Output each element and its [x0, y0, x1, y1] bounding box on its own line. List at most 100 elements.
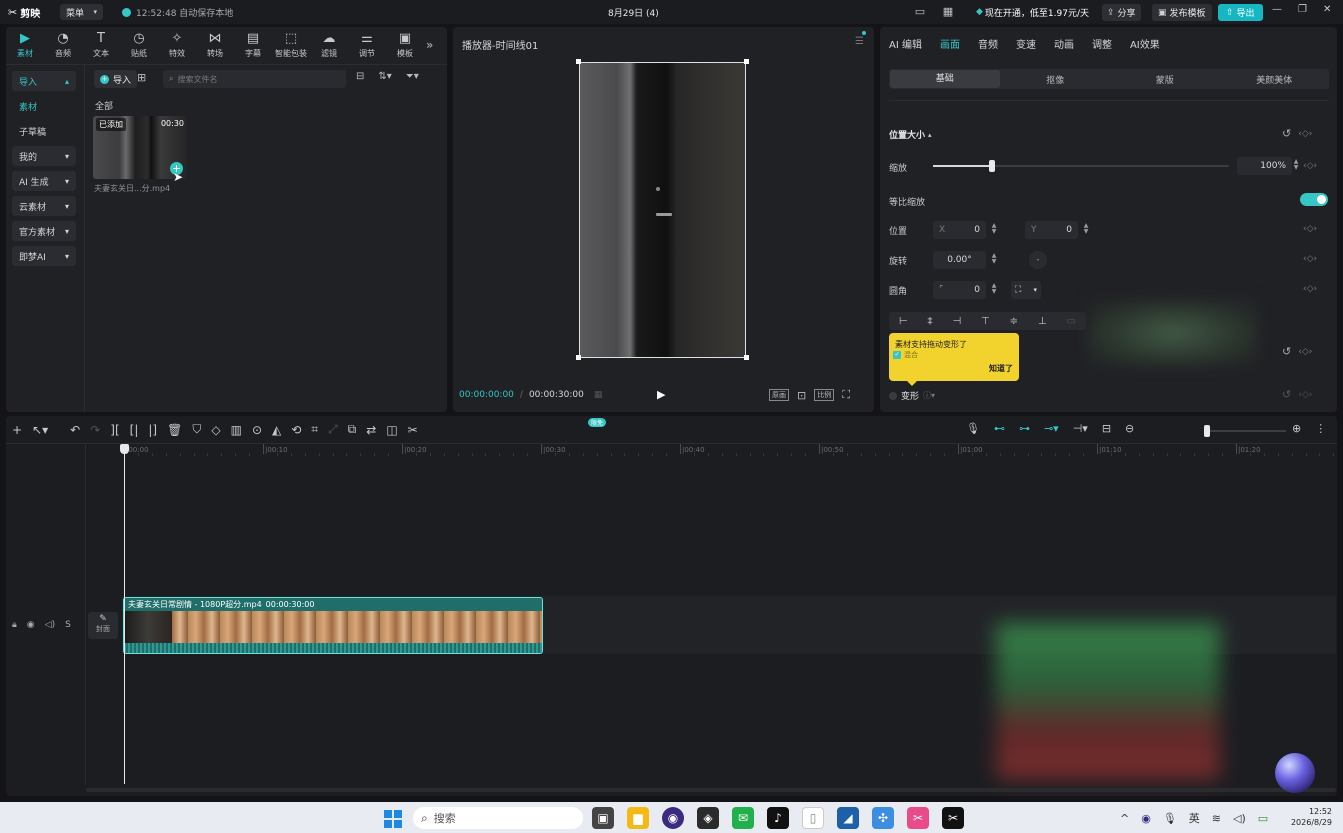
- align-top-icon[interactable]: ⊤: [981, 316, 990, 327]
- scale-slider[interactable]: [933, 160, 1229, 172]
- split-left-icon[interactable]: [|: [130, 423, 139, 437]
- delete-icon[interactable]: 🗑: [167, 423, 182, 437]
- microphone-icon[interactable]: 🎙: [1163, 812, 1177, 825]
- sort-icon[interactable]: ⇅▾: [378, 71, 391, 82]
- position-x-input[interactable]: X 0: [933, 221, 986, 239]
- keyframe-icon[interactable]: ‹◇›: [1303, 224, 1317, 234]
- document-icon[interactable]: ▯: [802, 807, 824, 829]
- tab-audio[interactable]: 音频: [969, 28, 1007, 58]
- tab-speed[interactable]: 变速: [1007, 28, 1045, 58]
- resize-handle[interactable]: [744, 59, 749, 64]
- filter-funnel-icon[interactable]: ⏷▾: [406, 71, 419, 82]
- x-stepper-icon[interactable]: ▲ ▼: [990, 223, 998, 235]
- solo-button[interactable]: S: [65, 620, 71, 630]
- rotate-stepper-icon[interactable]: ▲ ▼: [990, 253, 998, 265]
- tool-filter[interactable]: ☁ 滤镜: [310, 28, 348, 62]
- sidebar-item-media[interactable]: 素材: [12, 96, 76, 116]
- keyframe-icon[interactable]: ‹◇›: [1303, 284, 1317, 294]
- tool-adjust[interactable]: ⚌ 调节: [348, 28, 386, 62]
- subtab-beauty[interactable]: 美颜美体: [1220, 73, 1330, 86]
- wechat-icon[interactable]: ✉: [732, 807, 754, 829]
- share-button[interactable]: ⇪ 分享: [1102, 4, 1141, 21]
- tool-media[interactable]: ▶ 素材: [6, 28, 44, 62]
- sidebar-item-ai-gen[interactable]: AI 生成 ▾: [12, 171, 76, 191]
- unity-icon[interactable]: ◈: [697, 807, 719, 829]
- tool-text[interactable]: T 文本: [82, 28, 120, 62]
- scale-stepper-icon[interactable]: ▲ ▼: [1292, 159, 1300, 171]
- play-speed-icon[interactable]: ⊙: [252, 423, 262, 437]
- split-icon[interactable]: ][: [110, 423, 119, 437]
- cover-button[interactable]: ✎ 封面: [88, 612, 118, 639]
- align-left-icon[interactable]: ⊢: [899, 316, 908, 327]
- linkage-icon[interactable]: ⊸▾: [1044, 422, 1059, 435]
- battery-icon[interactable]: ▭: [1258, 812, 1268, 825]
- sidebar-item-mine[interactable]: 我的 ▾: [12, 146, 76, 166]
- corner-stepper-icon[interactable]: ▲ ▼: [990, 283, 998, 295]
- ime-indicator[interactable]: 英: [1189, 810, 1200, 826]
- rotate-icon[interactable]: ⟲: [291, 423, 301, 437]
- keyframe-icon[interactable]: ‹◇›: [1303, 254, 1317, 264]
- layout-icon[interactable]: ⊟: [356, 71, 364, 82]
- marker-icon[interactable]: ⛉: [192, 422, 201, 437]
- resize-handle[interactable]: [576, 355, 581, 360]
- sidebar-item-cloud[interactable]: 云素材 ▾: [12, 196, 76, 216]
- more-tools-icon[interactable]: »: [426, 38, 433, 52]
- resize-icon[interactable]: ⤢: [328, 422, 338, 437]
- menu-icon[interactable]: ☰: [855, 36, 864, 47]
- align-center-h-icon[interactable]: ‡: [928, 316, 933, 327]
- help-icon[interactable]: ⓘ▾: [923, 390, 935, 401]
- replace-icon[interactable]: ⇄: [366, 423, 376, 437]
- wifi-icon[interactable]: ≋: [1212, 812, 1221, 825]
- eye-icon[interactable]: ◉: [27, 620, 35, 630]
- layout-switch-icon[interactable]: ▦: [938, 5, 958, 18]
- scale-input[interactable]: 100%: [1237, 157, 1292, 175]
- volume-icon[interactable]: ◁): [1233, 812, 1246, 825]
- grid-view-icon[interactable]: ⊞: [137, 71, 146, 84]
- minimize-icon[interactable]: —: [1272, 4, 1282, 15]
- select-tool-icon[interactable]: ↖▾: [32, 423, 48, 437]
- sidebar-item-jimeng[interactable]: 即梦AI ▾: [12, 246, 76, 266]
- tab-ai-effects[interactable]: AI效果: [1121, 28, 1169, 58]
- fullscreen-icon[interactable]: ⛶: [842, 388, 850, 402]
- y-stepper-icon[interactable]: ▲ ▼: [1082, 223, 1090, 235]
- sidebar-item-subdraft[interactable]: 子草稿: [12, 121, 76, 141]
- taskbar-search[interactable]: ⌕ 搜索: [413, 807, 583, 829]
- tray-browser-icon[interactable]: ◉: [1141, 812, 1151, 825]
- tab-ai-edit[interactable]: AI 编辑: [880, 28, 931, 58]
- keyframe-icon[interactable]: ‹◇›: [1298, 347, 1312, 357]
- keyframe-icon[interactable]: ‹◇›: [1303, 161, 1317, 171]
- tab-adjust[interactable]: 调整: [1083, 28, 1121, 58]
- thumbnail-size-icon[interactable]: ⊟: [1102, 422, 1111, 435]
- split-right-icon[interactable]: |]: [148, 423, 157, 437]
- zoom-slider-handle[interactable]: [1204, 425, 1210, 437]
- position-y-input[interactable]: Y 0: [1025, 221, 1078, 239]
- sidebar-item-official[interactable]: 官方素材 ▾: [12, 221, 76, 241]
- tab-animation[interactable]: 动画: [1045, 28, 1083, 58]
- lock-icon[interactable]: 🔒︎: [12, 620, 17, 630]
- video-preview[interactable]: [579, 62, 746, 358]
- tool-transition[interactable]: ⋈ 转场: [196, 28, 234, 62]
- transform-checkbox[interactable]: [889, 391, 897, 400]
- restore-icon[interactable]: ❐: [1298, 4, 1307, 15]
- undo-icon[interactable]: ↶: [70, 423, 80, 437]
- playhead[interactable]: [124, 446, 125, 784]
- windows-start-icon[interactable]: [384, 810, 402, 828]
- original-quality-button[interactable]: 原画: [769, 389, 789, 401]
- network-app-icon[interactable]: ✣: [872, 807, 894, 829]
- resize-handle[interactable]: [576, 59, 581, 64]
- tool-caption[interactable]: ▤ 字幕: [234, 28, 272, 62]
- zoom-slider[interactable]: [1204, 425, 1286, 437]
- tool-smart-pack[interactable]: ⬚ 智能包装: [272, 28, 310, 62]
- taskbar-clock[interactable]: 12:52 2026/8/29: [1288, 806, 1332, 828]
- reset-icon[interactable]: ↺: [1282, 127, 1291, 140]
- publish-template-button[interactable]: ▣ 发布模板: [1152, 4, 1212, 21]
- shield-icon[interactable]: ◇: [211, 423, 220, 437]
- timeline-ruler[interactable]: |00:00 |00:10 |00:20 |00:30 |00:40 |00:50 |01:…: [124, 444, 1335, 458]
- ai-cut-icon[interactable]: ✂: [408, 423, 418, 437]
- rotate-dial-icon[interactable]: -: [1029, 251, 1047, 269]
- tool-template[interactable]: ▣ 模板: [386, 28, 424, 62]
- subtab-basic[interactable]: 基础: [890, 70, 1000, 88]
- uniform-scale-toggle[interactable]: [1300, 193, 1328, 206]
- mirror-icon[interactable]: ◭: [272, 423, 281, 437]
- freeze-icon[interactable]: ▥: [231, 423, 242, 437]
